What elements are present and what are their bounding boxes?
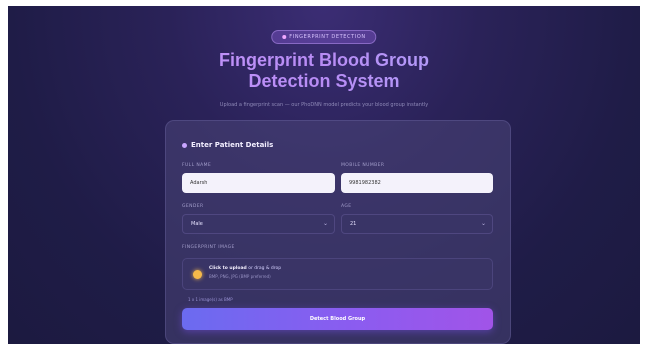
- upload-drag-text: or drag & drop: [248, 266, 282, 271]
- section-header: Enter Patient Details: [182, 141, 273, 149]
- mobile-input[interactable]: 9981982382: [341, 173, 493, 193]
- fingerprint-label: FINGERPRINT IMAGE: [182, 245, 235, 250]
- detect-button-label: Detect Blood Group: [309, 316, 366, 322]
- chevron-down-icon: ⌄: [322, 220, 328, 227]
- gender-select[interactable]: Male ⌄: [182, 214, 335, 234]
- full-name-input[interactable]: Adarsh: [182, 173, 335, 193]
- app-background: FINGERPRINT DETECTION Fingerprint Blood …: [8, 6, 640, 344]
- page-title: Fingerprint Blood Group Detection System: [8, 50, 640, 92]
- section-title: Enter Patient Details: [191, 141, 274, 149]
- chevron-down-icon: ⌄: [480, 220, 486, 227]
- detect-blood-group-button[interactable]: Detect Blood Group: [182, 308, 493, 330]
- title-line-1: Fingerprint Blood Group: [219, 50, 429, 70]
- gender-value: Male: [191, 221, 203, 227]
- badge-label: FINGERPRINT DETECTION: [289, 34, 366, 40]
- full-name-label: FULL NAME: [182, 163, 212, 168]
- upload-instructions: Click to upload or drag & drop: [209, 266, 281, 271]
- fingerprint-icon: [282, 35, 287, 39]
- user-icon: [182, 142, 187, 148]
- feature-badge: FINGERPRINT DETECTION: [271, 30, 377, 44]
- page-subtitle: Upload a fingerprint scan — our PhoDNN m…: [219, 102, 429, 108]
- age-label: AGE: [341, 204, 352, 209]
- upload-link[interactable]: Click to upload: [209, 266, 247, 271]
- upload-icon: [193, 270, 202, 279]
- fingerprint-upload-zone[interactable]: Click to upload or drag & drop BMP, PNG,…: [182, 258, 493, 290]
- mobile-label: MOBILE NUMBER: [341, 163, 385, 168]
- patient-form-card: Enter Patient Details FULL NAME Adarsh M…: [165, 120, 511, 344]
- age-value: 21: [350, 221, 357, 227]
- title-line-2: Detection System: [248, 71, 400, 91]
- age-select[interactable]: 21 ⌄: [341, 214, 493, 234]
- upload-formats: BMP, PNG, JPG (BMP preferred): [209, 274, 271, 279]
- upload-hint: 1 x 1 image(s) as BMP: [188, 297, 233, 302]
- gender-label: GENDER: [182, 204, 204, 209]
